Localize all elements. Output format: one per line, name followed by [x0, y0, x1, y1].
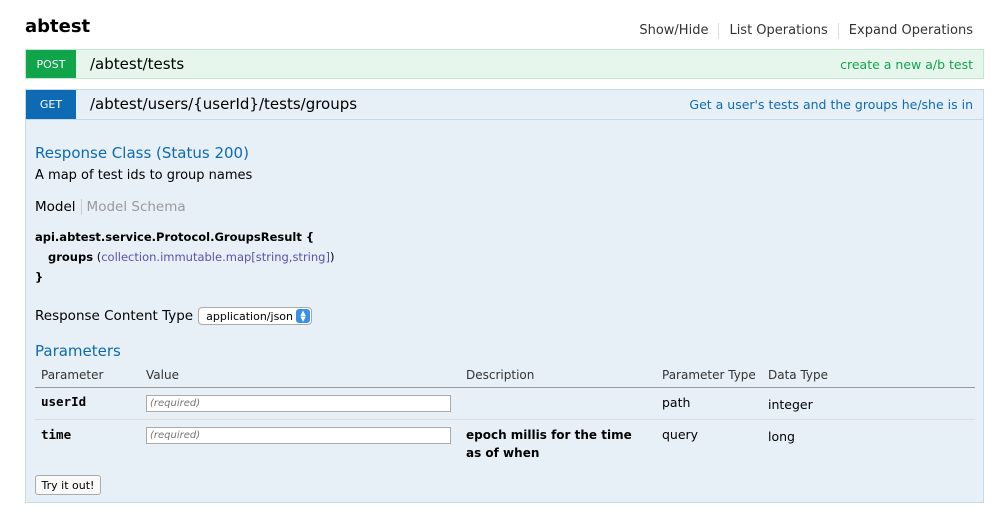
parameters-header-row: Parameter Value Description Parameter Ty… — [35, 365, 975, 388]
response-description: A map of test ids to group names — [35, 168, 253, 183]
model-close-brace: } — [35, 270, 44, 284]
model-field-type-open: ( — [93, 250, 102, 264]
header-parameter: Parameter — [41, 368, 104, 382]
post-operation-path[interactable]: /abtest/tests — [90, 55, 184, 73]
content-type-select[interactable]: application/json ▲ ▼ — [198, 307, 313, 325]
param-type-time: query — [662, 427, 699, 442]
response-class-title: Response Class (Status 200) — [35, 144, 249, 162]
header-value: Value — [146, 368, 179, 382]
header-description: Description — [466, 368, 535, 382]
operation-post-tests[interactable]: POST /abtest/tests create a new a/b test — [25, 49, 984, 79]
param-type-userid: path — [662, 395, 691, 410]
tab-model-schema[interactable]: Model Schema — [82, 199, 186, 215]
model-signature: api.abtest.service.Protocol.GroupsResult… — [35, 227, 334, 287]
resource-options: Show/Hide List Operations Expand Operati… — [639, 23, 975, 39]
userid-input[interactable] — [146, 395, 451, 412]
parameters-table: Parameter Value Description Parameter Ty… — [35, 365, 975, 469]
data-type-userid: integer — [768, 397, 813, 412]
content-type-value: application/json — [206, 309, 293, 323]
model-name: api.abtest.service.Protocol.GroupsResult… — [35, 230, 315, 244]
resource-header: abtest Show/Hide List Operations Expand … — [25, 14, 975, 44]
param-name-time: time — [41, 427, 72, 442]
parameters-title: Parameters — [35, 342, 121, 360]
model-field-type-close: ) — [329, 250, 335, 264]
operation-get-user-groups: GET /abtest/users/{userId}/tests/groups … — [25, 89, 984, 503]
content-type-label: Response Content Type — [35, 308, 194, 324]
expand-operations-link[interactable]: Expand Operations — [837, 23, 975, 39]
tab-model[interactable]: Model — [35, 199, 82, 215]
chevron-updown-icon: ▲ ▼ — [296, 309, 311, 323]
param-name-userid: userId — [41, 394, 87, 409]
header-data-type: Data Type — [768, 368, 829, 382]
response-content-type: Response Content Type application/json ▲… — [35, 307, 313, 325]
show-hide-link[interactable]: Show/Hide — [639, 23, 718, 39]
table-row: userId path integer — [35, 388, 975, 420]
table-row: time epoch millis for the time as of whe… — [35, 420, 975, 469]
get-method-badge[interactable]: GET — [26, 90, 76, 119]
get-operation-content: Response Class (Status 200) A map of tes… — [26, 119, 983, 502]
model-field-type[interactable]: collection.immutable.map[string,string] — [101, 250, 330, 264]
data-type-time: long — [768, 429, 795, 444]
get-operation-heading[interactable]: GET /abtest/users/{userId}/tests/groups … — [26, 90, 983, 120]
model-field-name: groups — [48, 250, 94, 264]
list-operations-link[interactable]: List Operations — [718, 23, 837, 39]
header-parameter-type: Parameter Type — [662, 368, 756, 382]
try-it-out-button[interactable]: Try it out! — [35, 475, 101, 495]
get-operation-path[interactable]: /abtest/users/{userId}/tests/groups — [90, 95, 357, 113]
model-field: groups (collection.immutable.map[string,… — [35, 247, 334, 267]
resource-title[interactable]: abtest — [25, 16, 90, 37]
post-method-badge[interactable]: POST — [26, 50, 76, 78]
time-input[interactable] — [146, 427, 451, 444]
model-tabs: Model Model Schema — [35, 199, 186, 215]
post-operation-summary[interactable]: create a new a/b test — [840, 57, 973, 72]
get-operation-summary[interactable]: Get a user's tests and the groups he/she… — [689, 97, 973, 112]
param-description-time: epoch millis for the time as of when — [466, 428, 632, 460]
